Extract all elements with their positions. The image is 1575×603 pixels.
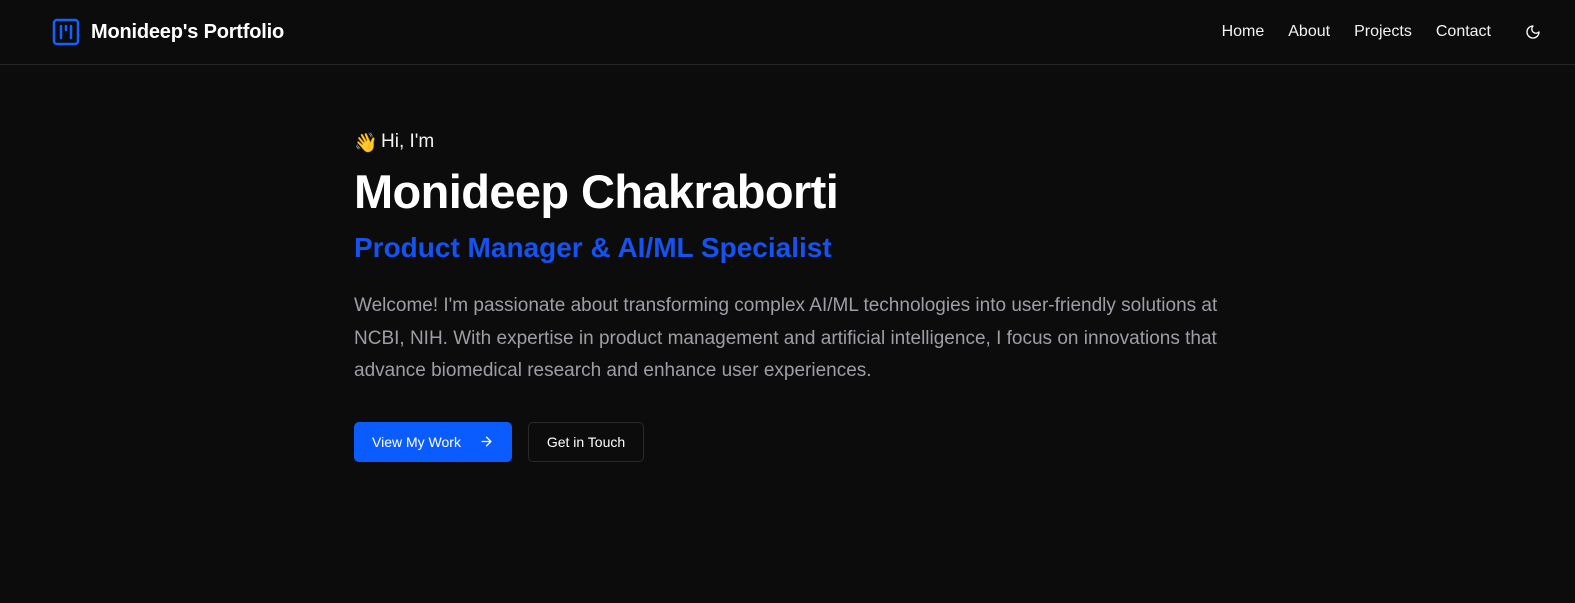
nav-link-home[interactable]: Home [1222, 21, 1265, 43]
hero-role: Product Manager & AI/ML Specialist [354, 232, 832, 263]
get-in-touch-button[interactable]: Get in Touch [528, 421, 644, 462]
greeting-text: Hi, I'm [381, 131, 435, 152]
waving-hand-icon: 👋 [354, 133, 378, 154]
brand-home-link[interactable]: Monideep's Portfolio [52, 18, 284, 46]
kanban-square-icon [52, 18, 80, 46]
cta-row: View My Work Get in Touch [354, 421, 1254, 462]
nav-link-projects[interactable]: Projects [1354, 21, 1412, 43]
main-nav: Home About Projects Contact [1222, 21, 1491, 43]
nav-link-about[interactable]: About [1288, 21, 1330, 43]
view-my-work-label: View My Work [372, 433, 461, 450]
arrow-right-icon [481, 436, 492, 447]
moon-icon [1526, 25, 1540, 39]
hero-description: Welcome! I'm passionate about transformi… [354, 295, 1218, 381]
top-navbar: Monideep's Portfolio Home About Projects… [0, 0, 1575, 65]
hero-greeting: 👋 Hi, I'm [354, 128, 1254, 156]
theme-toggle-button[interactable] [1521, 20, 1545, 44]
view-my-work-button[interactable]: View My Work [354, 421, 512, 462]
hero-name: Monideep Chakraborti [354, 165, 839, 218]
nav-link-contact[interactable]: Contact [1436, 21, 1491, 43]
hero-section: 👋 Hi, I'm Monideep Chakraborti Product M… [354, 128, 1254, 462]
brand-name: Monideep's Portfolio [91, 20, 284, 43]
